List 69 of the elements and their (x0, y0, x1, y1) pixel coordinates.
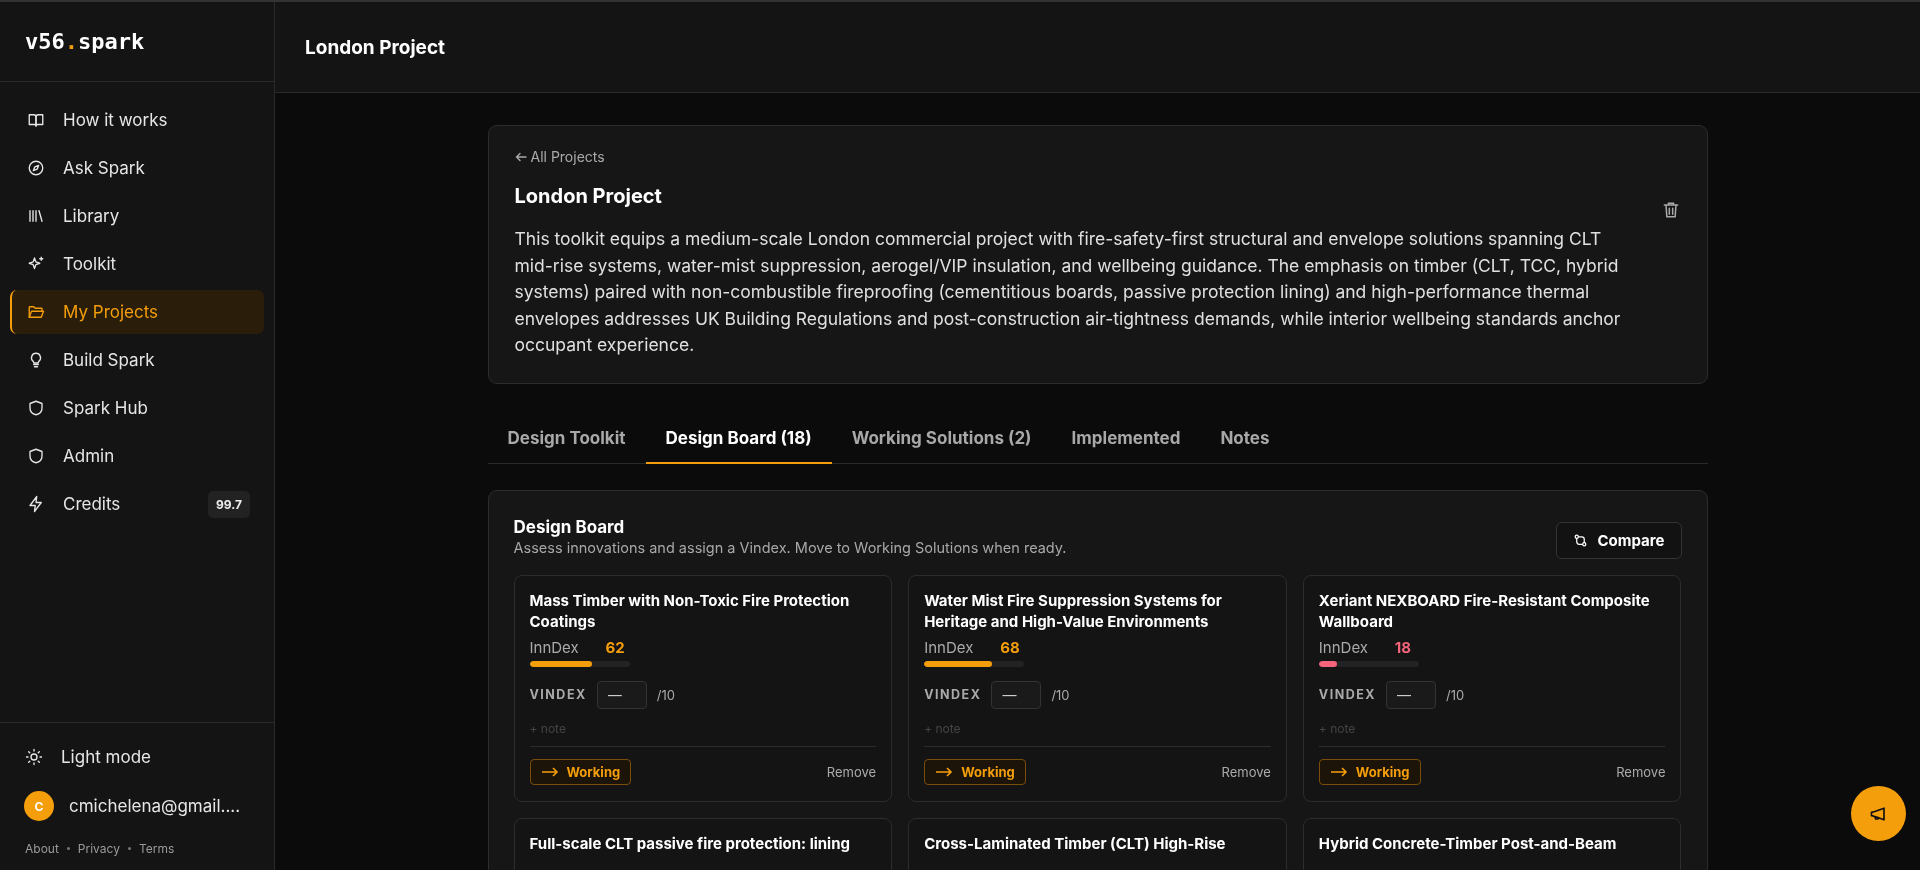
tab[interactable]: Design Board (18) (645, 415, 832, 464)
tab[interactable]: Working Solutions (2) (831, 415, 1052, 464)
sidebar-item[interactable]: My Projects (10, 290, 264, 334)
logo[interactable]: v56.spark (25, 29, 145, 54)
card-title: Full-scale CLT passive fire protection: lining (529, 832, 851, 854)
credits-badge: 99.7 (208, 490, 250, 518)
card-title: Xeriant NEXBOARD Fire-Resistant Composite Wallboard (1318, 589, 1651, 632)
compare-icon (1572, 532, 1588, 548)
inndex-label: InnDex (529, 637, 580, 657)
theme-toggle[interactable]: Light mode (10, 737, 264, 777)
vindex-field[interactable]: — (991, 680, 1042, 709)
move-to-working-button[interactable]: Working (924, 758, 1026, 785)
lightning-icon (27, 495, 45, 513)
project-description: This toolkit equips a medium-scale London commercial project with fire-safety-first structural and envelope solutions spanning CLT mid-rise systems, water-mist suppression, aerogel/VIP insulation, and wellbeing guidance. The emphasis on timber (CLT, TCC, hybrid systems) paired with non-combustible fireproofing (cementitious boards, passive protection lining) and high-performance thermal envelopes addresses UK Building Regulations and post-construction air-tightness demands, while interior wellbeing standards anchor occupant experience. (514, 227, 1622, 357)
card-title: Water Mist Fire Suppression Systems for Heritage and High-Value Environments (924, 589, 1223, 632)
vindex-max: /10 (1446, 686, 1465, 703)
board-title: Design Board (513, 516, 626, 537)
remove-button[interactable]: Remove (1616, 763, 1666, 780)
sidebar-item[interactable]: Build Spark (10, 338, 264, 382)
vindex-label: VINDEX (924, 687, 982, 702)
inndex-label: InnDex (924, 637, 975, 657)
sidebar-item[interactable]: Ask Spark (10, 146, 264, 190)
arrow-right-icon (935, 765, 954, 778)
inndex-score: 62 (605, 637, 625, 657)
footer-link[interactable]: About (25, 841, 59, 856)
compare-button[interactable]: Compare (1555, 521, 1682, 559)
feedback-button[interactable] (1851, 786, 1906, 841)
vindex-max: /10 (656, 686, 675, 703)
move-to-working-button[interactable]: Working (1318, 758, 1421, 785)
sidebar-item[interactable]: Toolkit (10, 242, 264, 286)
arrow-right-icon (540, 765, 559, 778)
card-title: Cross-Laminated Timber (CLT) High-Rise (924, 832, 1227, 854)
sidebar-item[interactable]: Credits 99.7 (10, 482, 264, 526)
sidebar-item[interactable]: Library (10, 194, 264, 238)
book-icon (27, 111, 45, 129)
card-title: Mass Timber with Non-Toxic Fire Protection Coatings (529, 589, 851, 632)
sidebar-item[interactable]: Spark Hub (10, 386, 264, 430)
card-title: Hybrid Concrete-Timber Post-and-Beam (1318, 832, 1618, 854)
remove-button[interactable]: Remove (1221, 763, 1271, 780)
move-to-working-button[interactable]: Working (529, 758, 632, 785)
user-email: cmichelena@gmail.... (69, 796, 241, 816)
inndex-score: 68 (1000, 637, 1020, 657)
tab[interactable]: Implemented (1051, 415, 1201, 464)
arrow-left-icon (514, 151, 527, 163)
page-title: London Project (305, 35, 446, 59)
vindex-label: VINDEX (1318, 687, 1377, 702)
shield-icon (27, 447, 45, 465)
vindex-max: /10 (1051, 686, 1070, 703)
board-subtitle: Assess innovations and assign a Vindex. Move to Working Solutions when ready. (513, 538, 1067, 556)
vindex-label: VINDEX (529, 687, 587, 702)
arrow-right-icon (1329, 765, 1348, 778)
footer-link[interactable]: Terms (138, 841, 175, 856)
inndex-label: InnDex (1318, 637, 1369, 657)
compass-icon (27, 159, 45, 177)
vindex-field[interactable]: — (1386, 680, 1437, 709)
remove-button[interactable]: Remove (826, 763, 877, 780)
vindex-field[interactable]: — (596, 680, 647, 709)
footer-link[interactable]: Privacy (77, 841, 120, 856)
sidebar-item[interactable]: Admin (10, 434, 264, 478)
shield-icon (27, 399, 45, 417)
sun-icon (25, 748, 43, 766)
back-link[interactable]: All Projects (514, 148, 605, 165)
tab[interactable]: Notes (1200, 415, 1290, 464)
sidebar-item[interactable]: How it works (10, 98, 264, 142)
project-title: London Project (514, 184, 663, 208)
books-icon (27, 207, 45, 225)
folder-icon (27, 303, 45, 321)
inndex-score: 18 (1394, 637, 1412, 657)
tab[interactable]: Design Toolkit (487, 415, 646, 464)
